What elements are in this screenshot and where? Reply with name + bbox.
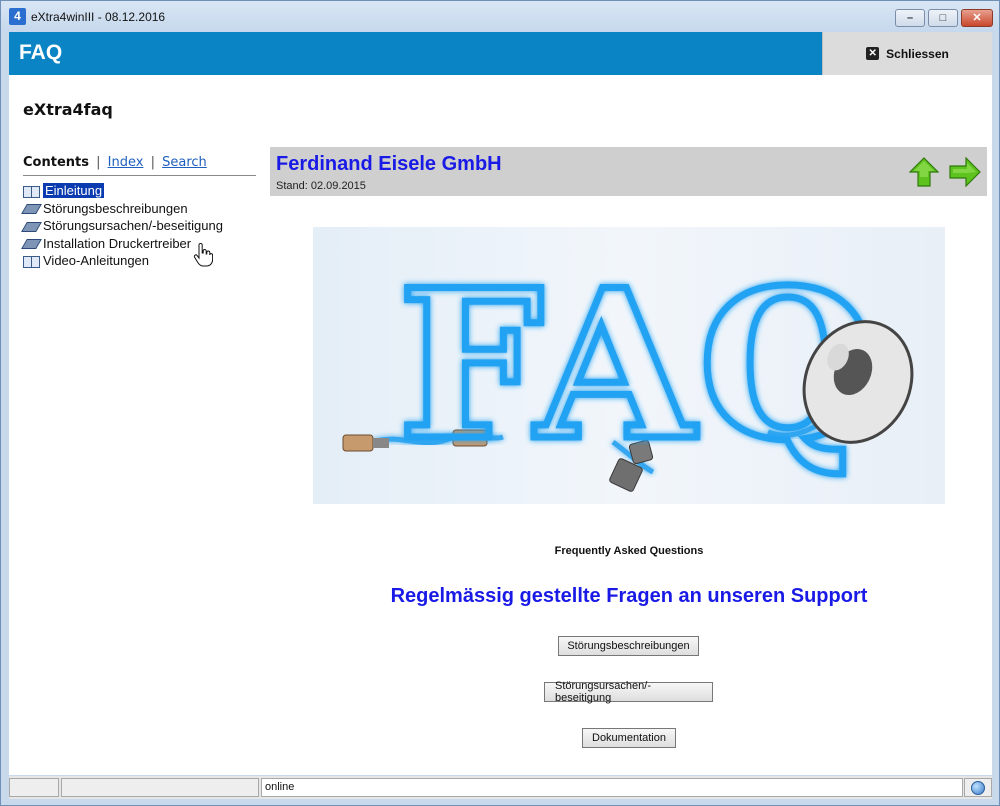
faq-headline: Regelmässig gestellte Fragen an unseren … bbox=[390, 585, 868, 607]
stoerungsbeschreibungen-button[interactable]: Störungsbeschreibungen bbox=[558, 636, 699, 656]
page-title: FAQ bbox=[19, 41, 63, 64]
toc-item-label: Installation Druckertreiber bbox=[43, 235, 192, 251]
toc-item-label: Video-Anleitungen bbox=[43, 253, 150, 269]
help-navigation: Contents | Index | Search Einleitung Stö… bbox=[23, 155, 256, 270]
toc-item-label: Einleitung bbox=[43, 183, 105, 199]
faq-caption: Frequently Asked Questions bbox=[554, 545, 704, 557]
arrow-right-icon[interactable] bbox=[949, 157, 981, 187]
toc-item-video-anleitungen[interactable]: Video-Anleitungen bbox=[23, 252, 256, 270]
nav-tabs: Contents | Index | Search bbox=[23, 155, 256, 176]
app-icon: 4 bbox=[9, 8, 26, 25]
toc-item-label: Störungsbeschreibungen bbox=[43, 200, 188, 216]
toc-item-einleitung[interactable]: Einleitung bbox=[23, 182, 256, 200]
open-book-icon bbox=[23, 185, 40, 198]
tab-contents[interactable]: Contents bbox=[23, 155, 89, 170]
tab-search[interactable]: Search bbox=[162, 155, 207, 170]
schliessen-button[interactable]: ✕ Schliessen bbox=[822, 32, 992, 75]
faq-neon-image: FAQ bbox=[313, 227, 945, 504]
status-globe-cell[interactable] bbox=[964, 778, 992, 797]
app-window: 4 eXtra4winIII - 08.12.2016 – □ ✕ FAQ ✕ … bbox=[0, 0, 1000, 806]
globe-icon bbox=[971, 780, 985, 795]
company-title: Ferdinand Eisele GmbH bbox=[276, 153, 502, 175]
table-of-contents: Einleitung Störungsbeschreibungen Störun… bbox=[23, 182, 256, 270]
status-cell-1 bbox=[9, 778, 59, 797]
open-book-icon bbox=[23, 255, 40, 268]
arrow-up-icon[interactable] bbox=[909, 157, 939, 187]
dokumentation-button[interactable]: Dokumentation bbox=[582, 728, 676, 748]
window-controls: – □ ✕ bbox=[895, 9, 993, 27]
tab-separator: | bbox=[150, 155, 155, 170]
window-title: eXtra4winIII - 08.12.2016 bbox=[31, 10, 166, 24]
tab-separator: | bbox=[96, 155, 101, 170]
title-bar[interactable]: 4 eXtra4winIII - 08.12.2016 – □ ✕ bbox=[1, 1, 999, 32]
status-online: online bbox=[261, 778, 963, 797]
status-bar: online bbox=[9, 776, 992, 799]
closed-book-icon bbox=[23, 220, 39, 232]
schliessen-label: Schliessen bbox=[886, 46, 949, 61]
stand-date: Stand: 02.09.2015 bbox=[276, 180, 366, 192]
stoerungsursachen-button[interactable]: Störungsursachen/-beseitigung bbox=[544, 680, 713, 704]
maximize-icon: □ bbox=[939, 12, 947, 24]
status-cell-2 bbox=[61, 778, 259, 797]
faq-illustration: FAQ bbox=[342, 243, 914, 492]
close-window-button[interactable]: ✕ bbox=[961, 9, 993, 27]
toc-item-installation-druckertreiber[interactable]: Installation Druckertreiber bbox=[23, 235, 256, 253]
toc-item-stoerungsursachen[interactable]: Störungsursachen/-beseitigung bbox=[23, 217, 256, 235]
header-bar: FAQ ✕ Schliessen bbox=[9, 32, 992, 75]
hand-cursor-icon bbox=[193, 243, 213, 267]
close-x-icon: ✕ bbox=[866, 47, 880, 60]
maximize-button[interactable]: □ bbox=[928, 9, 958, 27]
app-name: eXtra4faq bbox=[23, 100, 113, 119]
minimize-icon: – bbox=[906, 12, 914, 24]
topic-banner: Ferdinand Eisele GmbH Stand: 02.09.2015 bbox=[270, 147, 987, 196]
toc-item-stoerungsbeschreibungen[interactable]: Störungsbeschreibungen bbox=[23, 200, 256, 218]
minimize-button[interactable]: – bbox=[895, 9, 925, 27]
tab-index[interactable]: Index bbox=[108, 155, 144, 170]
close-icon: ✕ bbox=[972, 12, 982, 24]
toc-item-label: Störungsursachen/-beseitigung bbox=[43, 218, 223, 234]
help-content: eXtra4faq Contents | Index | Search Einl… bbox=[9, 75, 992, 775]
closed-book-icon bbox=[23, 237, 39, 249]
closed-book-icon bbox=[23, 202, 39, 214]
